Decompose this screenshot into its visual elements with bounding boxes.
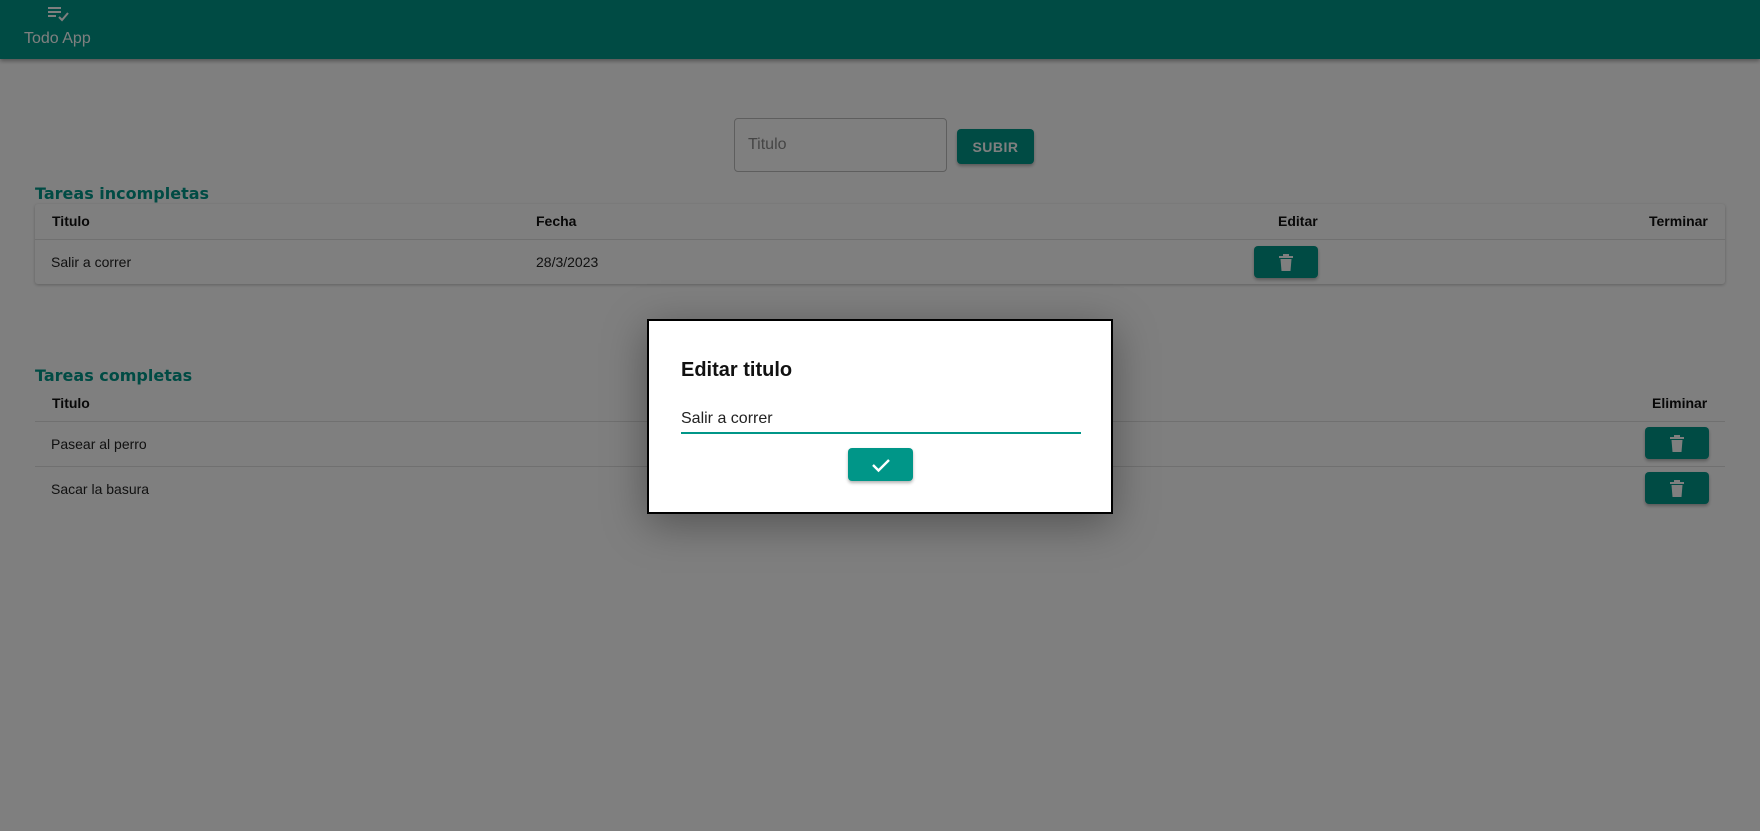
dialog-title: Editar titulo — [681, 359, 793, 381]
confirm-edit-button[interactable] — [848, 448, 913, 481]
edit-title-input[interactable] — [681, 406, 1081, 432]
check-icon — [871, 458, 890, 472]
edit-title-dialog: Editar titulo — [647, 319, 1113, 514]
edit-title-field[interactable] — [681, 406, 1081, 434]
